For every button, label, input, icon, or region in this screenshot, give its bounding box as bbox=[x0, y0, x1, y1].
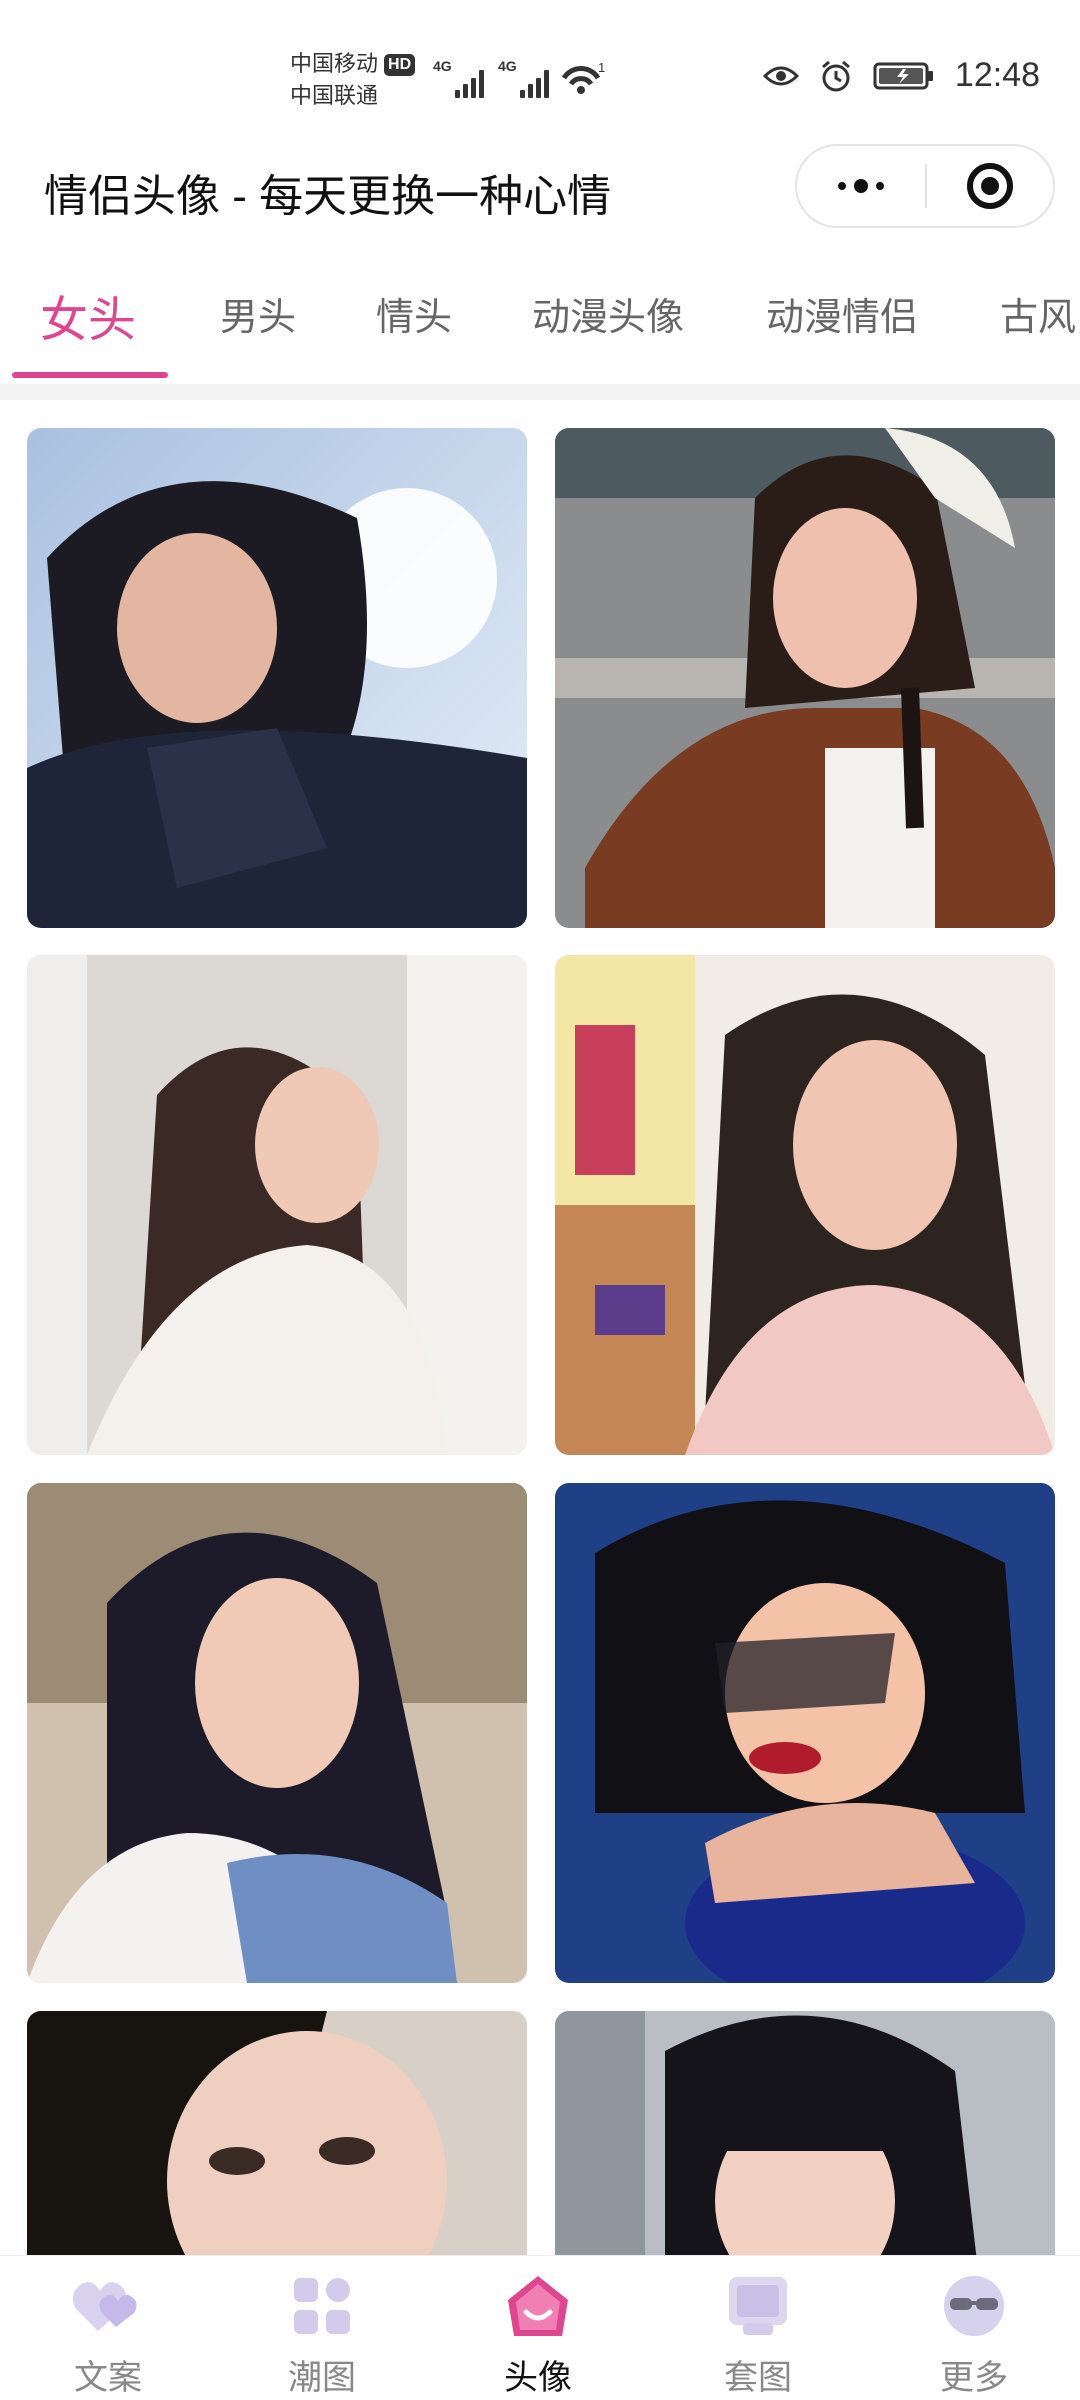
eye-icon bbox=[762, 66, 799, 85]
status-bar: 中国移动 HD 中国联通 4G 4G 1 12:48 bbox=[0, 0, 1080, 140]
clock: 12:48 bbox=[954, 56, 1040, 94]
portrait-1[interactable] bbox=[27, 428, 527, 928]
carrier-1: 中国移动 bbox=[290, 51, 379, 76]
carrier-info: 中国移动 HD 中国联通 bbox=[290, 48, 416, 112]
portrait-5[interactable] bbox=[27, 1483, 527, 1983]
nav-item-trend-images[interactable]: 潮图 bbox=[252, 2266, 392, 2397]
battery-charging-icon bbox=[873, 62, 933, 89]
nav-item-avatar[interactable]: 头像 bbox=[468, 2266, 608, 2397]
tab-ancient-style[interactable]: 古风 bbox=[1000, 286, 1076, 341]
bottom-navigation: 文案 潮图 头像 套图 更多 bbox=[0, 2255, 1080, 2400]
divider bbox=[0, 384, 1080, 400]
smile-house-icon bbox=[508, 2276, 568, 2336]
nav-label-trend-images: 潮图 bbox=[288, 2359, 356, 2397]
carrier-2: 中国联通 bbox=[290, 83, 379, 108]
hearts-icon bbox=[72, 2282, 137, 2331]
tab-male-avatar[interactable]: 男头 bbox=[220, 286, 296, 341]
active-tab-indicator bbox=[12, 372, 168, 378]
hd-badge: HD bbox=[384, 54, 416, 76]
portrait-3[interactable] bbox=[27, 955, 527, 1455]
close-target-icon[interactable] bbox=[927, 146, 1053, 226]
sunglasses-icon bbox=[944, 2276, 1004, 2336]
nav-label-more: 更多 bbox=[940, 2359, 1008, 2397]
portrait-6[interactable] bbox=[555, 1483, 1055, 1983]
grid-icon bbox=[294, 2278, 350, 2334]
tab-anime-avatar[interactable]: 动漫头像 bbox=[532, 286, 684, 341]
title-bar: 情侣头像 - 每天更换一种心情 bbox=[0, 140, 1080, 250]
portrait-7[interactable] bbox=[27, 2011, 527, 2255]
signal-strength-1-icon: 4G bbox=[433, 58, 487, 98]
nav-label-avatar: 头像 bbox=[504, 2359, 572, 2397]
nav-item-photo-sets[interactable]: 套图 bbox=[688, 2266, 828, 2397]
page-title: 情侣头像 - 每天更换一种心情 bbox=[44, 172, 612, 221]
photo-set-icon bbox=[729, 2277, 787, 2335]
tab-female-avatar[interactable]: 女头 bbox=[40, 280, 136, 350]
portrait-2[interactable] bbox=[555, 428, 1055, 928]
wifi-badge: 1 bbox=[598, 60, 605, 75]
nav-label-copywriting: 文案 bbox=[74, 2359, 142, 2397]
nav-label-photo-sets: 套图 bbox=[724, 2359, 792, 2397]
nav-item-copywriting[interactable]: 文案 bbox=[38, 2266, 178, 2397]
category-tabs: 女头 男头 情头 动漫头像 动漫情侣 古风 bbox=[0, 268, 1080, 388]
more-dots-icon[interactable] bbox=[797, 146, 925, 226]
tab-anime-couple[interactable]: 动漫情侣 bbox=[766, 286, 918, 341]
tab-couple-avatar[interactable]: 情头 bbox=[376, 286, 452, 341]
nav-item-more[interactable]: 更多 bbox=[904, 2266, 1044, 2397]
alarm-icon bbox=[821, 60, 850, 91]
signal-strength-2-icon: 4G bbox=[498, 58, 552, 98]
avatar-grid bbox=[0, 400, 1080, 2255]
mini-program-capsule bbox=[795, 144, 1055, 228]
portrait-4[interactable] bbox=[555, 955, 1055, 1455]
wifi-icon: 1 bbox=[560, 60, 606, 101]
portrait-8[interactable] bbox=[555, 2011, 1055, 2255]
